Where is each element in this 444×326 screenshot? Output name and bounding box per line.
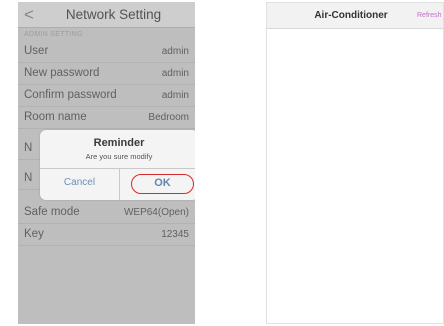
air-conditioner-screen: Air-Conditioner Refresh xyxy=(266,2,444,324)
dialog-button-divider xyxy=(119,168,120,200)
screenshot-stage: < Network Setting ADMIN SETTING User adm… xyxy=(0,0,444,326)
ok-button[interactable]: OK xyxy=(131,174,194,194)
dialog-title: Reminder xyxy=(93,137,145,149)
dialog-divider xyxy=(40,168,195,169)
reminder-dialog: Reminder Are you sure modify Cancel OK xyxy=(40,130,195,200)
cancel-button[interactable]: Cancel xyxy=(40,177,119,188)
nav-bar: Air-Conditioner Refresh xyxy=(267,3,443,29)
dialog-message: Are you sure modify xyxy=(85,152,153,161)
page-title: Air-Conditioner xyxy=(314,10,388,21)
refresh-button[interactable]: Refresh xyxy=(417,12,442,19)
network-setting-screen: < Network Setting ADMIN SETTING User adm… xyxy=(18,2,195,324)
